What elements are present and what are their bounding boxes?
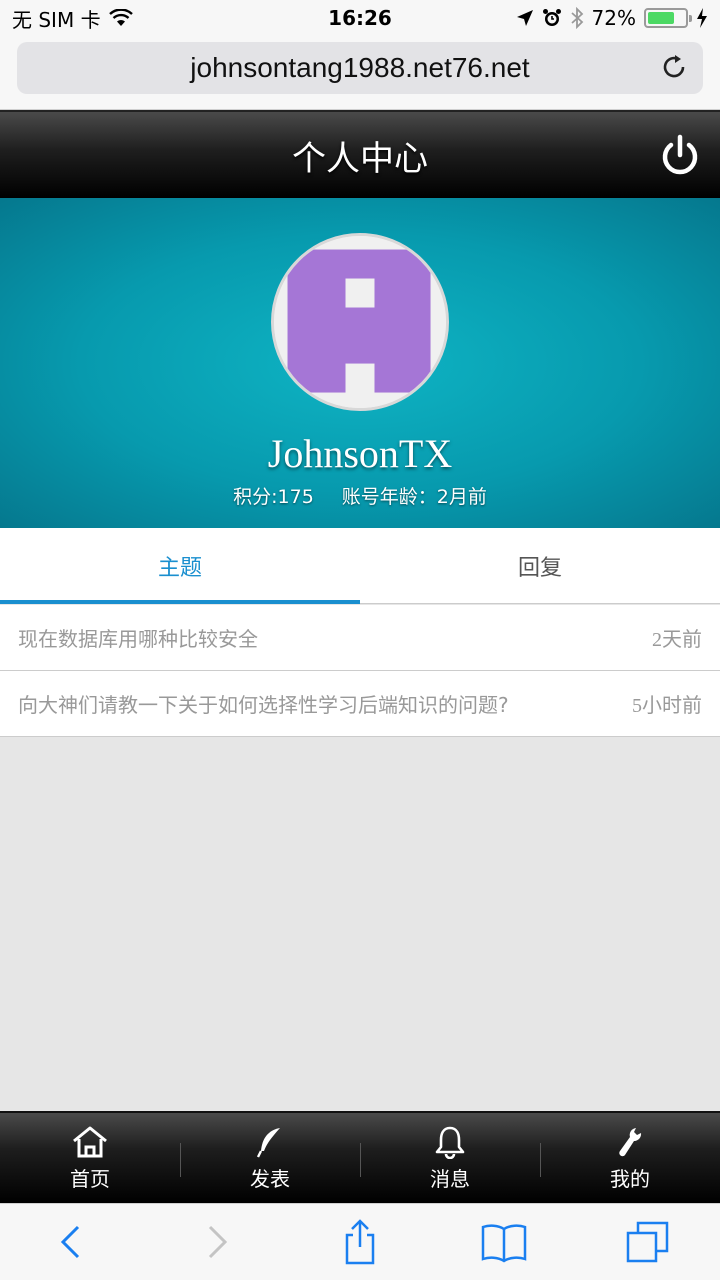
status-bar: 无 SIM 卡 16:26 72% [0, 0, 720, 36]
browser-url-area: johnsontang1988.net76.net [0, 36, 720, 110]
nav-post-label: 发表 [250, 1166, 290, 1191]
list-item[interactable]: 现在数据库用哪种比较安全 2天前 [0, 605, 720, 671]
nav-me[interactable]: 我的 [540, 1113, 720, 1203]
tab-topics[interactable]: 主题 [0, 528, 360, 604]
browser-toolbar [0, 1203, 720, 1280]
topic-time: 2天前 [652, 629, 702, 651]
profile-banner: JohnsonTX 积分:175 账号年龄：2月前 [0, 198, 720, 528]
nav-messages[interactable]: 消息 [360, 1113, 540, 1203]
points-label: 积分:175 [233, 486, 314, 508]
bookmarks-icon[interactable] [479, 1217, 529, 1267]
nav-messages-label: 消息 [430, 1166, 470, 1191]
forward-icon[interactable] [191, 1217, 241, 1267]
feather-icon [256, 1127, 280, 1158]
topic-list: 现在数据库用哪种比较安全 2天前 向大神们请教一下关于如何选择性学习后端知识的问… [0, 605, 720, 737]
account-age-label: 账号年龄：2月前 [341, 486, 487, 508]
address-bar[interactable]: johnsontang1988.net76.net [17, 42, 703, 94]
url-text: johnsontang1988.net76.net [190, 52, 530, 83]
share-icon[interactable] [335, 1217, 385, 1267]
app-header: 个人中心 [0, 110, 720, 198]
back-icon[interactable] [47, 1217, 97, 1267]
topic-title[interactable]: 现在数据库用哪种比较安全 [18, 623, 652, 652]
username: JohnsonTX [267, 431, 453, 476]
page-title: 个人中心 [292, 138, 428, 179]
profile-meta: 积分:175 账号年龄：2月前 [0, 482, 720, 509]
bottom-nav: 首页 发表 消息 我的 [0, 1111, 720, 1203]
home-icon [73, 1126, 107, 1157]
nav-me-label: 我的 [610, 1166, 650, 1191]
nav-home[interactable]: 首页 [0, 1113, 180, 1203]
battery-level [648, 12, 674, 24]
battery-icon [644, 8, 692, 28]
topic-time: 5小时前 [632, 695, 702, 717]
tabs-icon[interactable] [623, 1217, 673, 1267]
topic-title[interactable]: 向大神们请教一下关于如何选择性学习后端知识的问题? [18, 689, 632, 718]
reload-icon[interactable] [659, 52, 689, 82]
bell-icon [435, 1126, 465, 1159]
nav-home-label: 首页 [70, 1166, 110, 1191]
power-icon[interactable] [658, 134, 702, 178]
wrench-icon [619, 1127, 642, 1156]
list-item[interactable]: 向大神们请教一下关于如何选择性学习后端知识的问题? 5小时前 [0, 671, 720, 737]
identicon-avatar [274, 236, 446, 408]
tab-bar: 主题 回复 [0, 528, 720, 604]
avatar[interactable] [271, 233, 449, 411]
nav-post[interactable]: 发表 [180, 1113, 360, 1203]
clock: 16:26 [328, 6, 392, 30]
tab-replies[interactable]: 回复 [360, 528, 720, 603]
